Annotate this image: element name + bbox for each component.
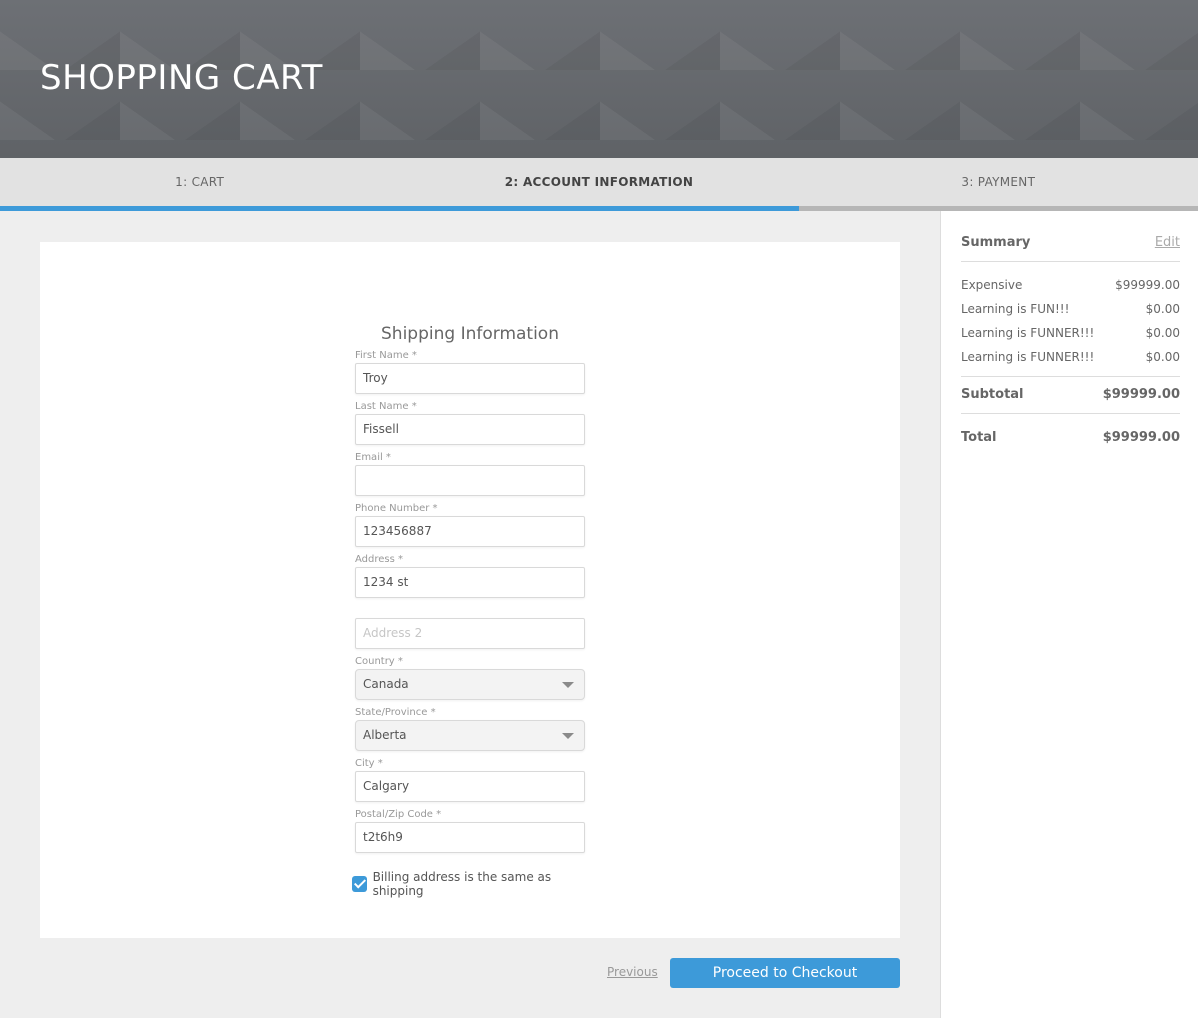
chevron-down-icon [562, 682, 574, 688]
item-name: Expensive [961, 278, 1023, 292]
item-name: Learning is FUNNER!!! [961, 350, 1095, 364]
summary-header: Summary Edit [961, 235, 1180, 262]
postal-input[interactable]: t2t6h9 [355, 822, 585, 853]
list-item: Learning is FUNNER!!! $0.00 [961, 345, 1180, 369]
last-name-field: Last Name * Fissell [355, 400, 585, 451]
country-field: Country * Canada [355, 655, 585, 706]
email-field: Email * [355, 451, 585, 502]
phone-input[interactable]: 123456887 [355, 516, 585, 547]
summary-edit-link[interactable]: Edit [1155, 235, 1180, 250]
subtotal-value: $99999.00 [1102, 387, 1180, 402]
shipping-card: Shipping Information First Name * Troy L… [40, 242, 900, 938]
last-name-input[interactable]: Fissell [355, 414, 585, 445]
state-value: Alberta [363, 728, 407, 742]
postal-field: Postal/Zip Code * t2t6h9 [355, 808, 585, 859]
step-payment[interactable]: 3: PAYMENT [799, 158, 1198, 206]
billing-same-checkbox[interactable] [352, 876, 367, 892]
country-label: Country * [355, 656, 403, 667]
previous-link[interactable]: Previous [607, 965, 658, 979]
item-name: Learning is FUNNER!!! [961, 326, 1095, 340]
first-name-field: First Name * Troy [355, 349, 585, 400]
item-price: $99999.00 [1115, 278, 1180, 292]
phone-field: Phone Number * 123456887 [355, 502, 585, 553]
address-field: Address * 1234 st [355, 553, 585, 604]
total-label: Total [961, 430, 997, 445]
list-item: Learning is FUNNER!!! $0.00 [961, 321, 1180, 345]
city-field: City * Calgary [355, 757, 585, 808]
total-row: Total $99999.00 [961, 430, 1180, 445]
item-name: Learning is FUN!!! [961, 302, 1070, 316]
page-title: SHOPPING CART [40, 58, 323, 98]
item-price: $0.00 [1145, 302, 1180, 316]
country-select[interactable]: Canada [355, 669, 585, 700]
list-item: Learning is FUN!!! $0.00 [961, 297, 1180, 321]
last-name-label: Last Name * [355, 401, 417, 412]
state-label: State/Province * [355, 707, 436, 718]
phone-label: Phone Number * [355, 503, 438, 514]
proceed-to-checkout-button[interactable]: Proceed to Checkout [670, 958, 900, 988]
address2-field: Address 2 [355, 604, 585, 655]
chevron-down-icon [562, 733, 574, 739]
header-banner: SHOPPING CART [0, 0, 1198, 158]
address2-input[interactable]: Address 2 [355, 618, 585, 649]
address-label: Address * [355, 554, 404, 565]
postal-label: Postal/Zip Code * [355, 809, 442, 820]
email-label: Email * [355, 452, 391, 463]
checkout-steps: 1: CART 2: ACCOUNT INFORMATION 3: PAYMEN… [0, 158, 1198, 206]
address-input[interactable]: 1234 st [355, 567, 585, 598]
progress-fill [0, 206, 800, 211]
shipping-form: Shipping Information First Name * Troy L… [352, 324, 585, 898]
first-name-input[interactable]: Troy [355, 363, 585, 394]
city-input[interactable]: Calgary [355, 771, 585, 802]
summary-items: Expensive $99999.00 Learning is FUN!!! $… [961, 273, 1180, 377]
item-price: $0.00 [1145, 326, 1180, 340]
first-name-label: First Name * [355, 350, 417, 361]
step-account-information[interactable]: 2: ACCOUNT INFORMATION [399, 158, 798, 206]
step-cart[interactable]: 1: CART [0, 158, 399, 206]
subtotal-row: Subtotal $99999.00 [961, 387, 1180, 414]
address2-label [355, 604, 585, 618]
item-price: $0.00 [1145, 350, 1180, 364]
state-field: State/Province * Alberta [355, 706, 585, 757]
state-select[interactable]: Alberta [355, 720, 585, 751]
list-item: Expensive $99999.00 [961, 273, 1180, 297]
billing-same-label: Billing address is the same as shipping [372, 870, 552, 898]
form-title: Shipping Information [381, 324, 559, 344]
country-value: Canada [363, 677, 409, 691]
email-input[interactable] [355, 465, 585, 496]
total-value: $99999.00 [1102, 430, 1180, 445]
summary-sidebar: Summary Edit Expensive $99999.00 Learnin… [940, 211, 1198, 1018]
billing-same-row: Billing address is the same as shipping [352, 870, 585, 898]
summary-title: Summary [961, 235, 1031, 250]
subtotal-label: Subtotal [961, 387, 1024, 402]
city-label: City * [355, 758, 383, 769]
